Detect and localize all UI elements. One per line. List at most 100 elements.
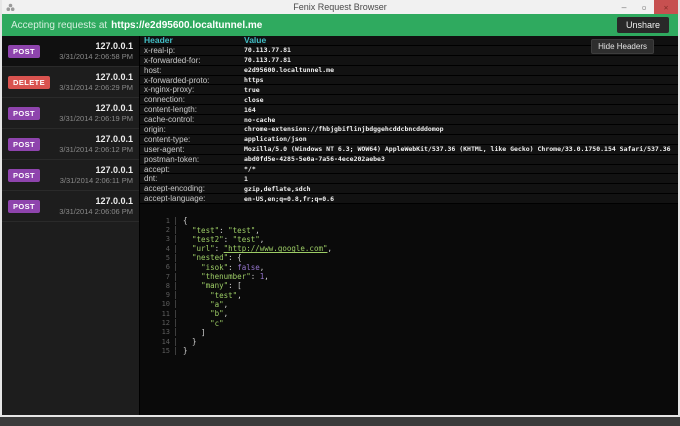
header-row: content-type: application/json: [140, 135, 678, 145]
header-name: x-real-ip:: [144, 45, 176, 55]
hide-headers-button[interactable]: Hide Headers: [591, 39, 654, 54]
minimize-button[interactable]: –: [614, 0, 634, 14]
request-time: 3/31/2014 2:06:11 PM: [59, 176, 133, 185]
header-value: https: [244, 76, 264, 84]
request-meta: 127.0.0.1 3/31/2014 2:06:11 PM: [60, 165, 133, 185]
request-meta: 127.0.0.1 3/31/2014 2:06:58 PM: [59, 41, 133, 61]
code-line: 12 "c": [154, 318, 678, 328]
close-button[interactable]: ✕: [654, 0, 678, 14]
line-number: 6: [154, 263, 176, 272]
json-token-punc: }: [183, 346, 188, 356]
request-list-item[interactable]: POST 127.0.0.1 3/31/2014 2:06:19 PM: [2, 98, 139, 129]
json-token-punc: :: [214, 244, 224, 254]
request-detail-panel: Hide Headers Header Value x-real-ip: 70.…: [140, 36, 678, 415]
header-name: accept:: [144, 164, 170, 174]
request-ip: 127.0.0.1: [95, 103, 133, 113]
header-value: gzip,deflate,sdch: [244, 184, 311, 193]
code-line-content: "test2": "test",: [176, 235, 264, 244]
code-line-content: "a",: [176, 300, 228, 309]
request-ip: 127.0.0.1: [95, 196, 133, 206]
json-token-str: "c": [210, 318, 224, 328]
code-line: 6 "isok": false,: [154, 263, 678, 272]
json-token-punc: ,: [259, 234, 265, 244]
request-ip: 127.0.0.1: [95, 165, 133, 175]
json-token-punc: : [: [228, 281, 242, 291]
json-token-punc: [183, 263, 201, 272]
code-line: 2 "test": "test",: [154, 225, 678, 235]
request-ip: 127.0.0.1: [95, 72, 133, 82]
header-value: en-US,en;q=0.8,fr;q=0.6: [244, 194, 335, 203]
json-token-punc: }: [183, 337, 197, 347]
header-value: */*: [244, 165, 256, 174]
line-number: 9: [154, 291, 176, 300]
content-area: POST 127.0.0.1 3/31/2014 2:06:58 PM DELE…: [2, 36, 678, 415]
header-name: content-length:: [144, 105, 197, 115]
request-list-item[interactable]: DELETE 127.0.0.1 3/31/2014 2:06:29 PM: [2, 67, 139, 98]
header-value: chrome-extension://fhbjgbiflinjbdggehcdd…: [244, 125, 444, 134]
json-token-punc: ,: [223, 309, 229, 319]
header-row: dnt: 1: [140, 174, 678, 185]
request-list-item[interactable]: POST 127.0.0.1 3/31/2014 2:06:06 PM: [2, 191, 139, 222]
share-banner: Accepting requests at https://e2d95600.l…: [2, 14, 678, 36]
code-line: 9 "test",: [154, 291, 678, 300]
request-list-item[interactable]: POST 127.0.0.1 3/31/2014 2:06:58 PM: [2, 36, 139, 67]
request-time: 3/31/2014 2:06:29 PM: [59, 83, 133, 92]
header-name: x-forwarded-proto:: [144, 75, 210, 85]
app-window: Fenix Request Browser – ▫ ✕ Accepting re…: [0, 0, 680, 417]
line-number: 1: [154, 216, 176, 225]
json-token-str: "test": [210, 290, 238, 300]
json-token-key: "isok": [201, 262, 229, 272]
json-token-key: "thenumber": [201, 272, 251, 282]
window-titlebar: Fenix Request Browser – ▫ ✕: [2, 0, 678, 14]
json-token-punc: ,: [255, 225, 260, 235]
code-line-content: "url": "http://www.google.com",: [176, 244, 332, 253]
code-line-content: "b",: [176, 309, 228, 318]
json-token-punc: [183, 235, 192, 244]
json-token-punc: {: [183, 216, 188, 226]
header-value: e2d95600.localtunnel.me: [244, 66, 335, 75]
method-badge: POST: [8, 106, 41, 120]
header-row: postman-token: abd0fd5e-4285-5e0a-7a56-4…: [140, 155, 678, 165]
header-value: no-cache: [244, 115, 276, 124]
header-name: accept-language:: [144, 194, 206, 204]
code-line-content: "many": [: [176, 281, 242, 290]
code-line: 15 }: [154, 346, 678, 355]
column-header-value: Value: [244, 36, 267, 46]
code-line-content: }: [176, 346, 188, 355]
request-ip: 127.0.0.1: [95, 134, 133, 144]
request-time: 3/31/2014 2:06:12 PM: [59, 145, 133, 154]
header-row: cache-control: no-cache: [140, 115, 678, 126]
header-name: x-nginx-proxy:: [144, 85, 195, 95]
code-line: 5 "nested": {: [154, 253, 678, 262]
request-list-item[interactable]: POST 127.0.0.1 3/31/2014 2:06:11 PM: [2, 160, 139, 191]
request-ip: 127.0.0.1: [95, 41, 133, 51]
header-value: 70.113.77.81: [244, 56, 291, 65]
header-name: postman-token:: [144, 154, 200, 164]
request-time: 3/31/2014 2:06:06 PM: [59, 207, 133, 216]
json-token-punc: [183, 300, 210, 309]
header-name: x-forwarded-for:: [144, 55, 201, 65]
header-row: connection: close: [140, 95, 678, 106]
header-row: origin: chrome-extension://fhbjgbiflinjb…: [140, 125, 678, 135]
method-badge: DELETE: [8, 75, 50, 89]
header-value: Mozilla/5.0 (Windows NT 6.3; WOW64) Appl…: [244, 145, 671, 154]
request-meta: 127.0.0.1 3/31/2014 2:06:19 PM: [59, 103, 133, 123]
header-value: 1: [244, 174, 248, 183]
maximize-button[interactable]: ▫: [634, 0, 654, 14]
line-number: 12: [154, 319, 176, 328]
json-token-str: "b": [210, 309, 224, 319]
header-name: connection:: [144, 95, 185, 105]
request-list-item[interactable]: POST 127.0.0.1 3/31/2014 2:06:12 PM: [2, 129, 139, 160]
unshare-button[interactable]: Unshare: [616, 17, 669, 33]
url-link[interactable]: "http://www.google.com": [224, 244, 328, 253]
json-token-punc: :: [228, 262, 238, 272]
line-number: 15: [154, 346, 176, 355]
request-time: 3/31/2014 2:06:58 PM: [59, 52, 133, 61]
header-value: abd0fd5e-4285-5e0a-7a56-4ece202aebe3: [244, 155, 385, 164]
header-row: user-agent: Mozilla/5.0 (Windows NT 6.3;…: [140, 145, 678, 155]
code-line: 10 "a",: [154, 300, 678, 309]
code-line-content: "isok": false,: [176, 263, 264, 272]
json-token-str: "a": [210, 299, 224, 309]
json-token-punc: [183, 319, 210, 328]
json-token-punc: [183, 291, 210, 300]
